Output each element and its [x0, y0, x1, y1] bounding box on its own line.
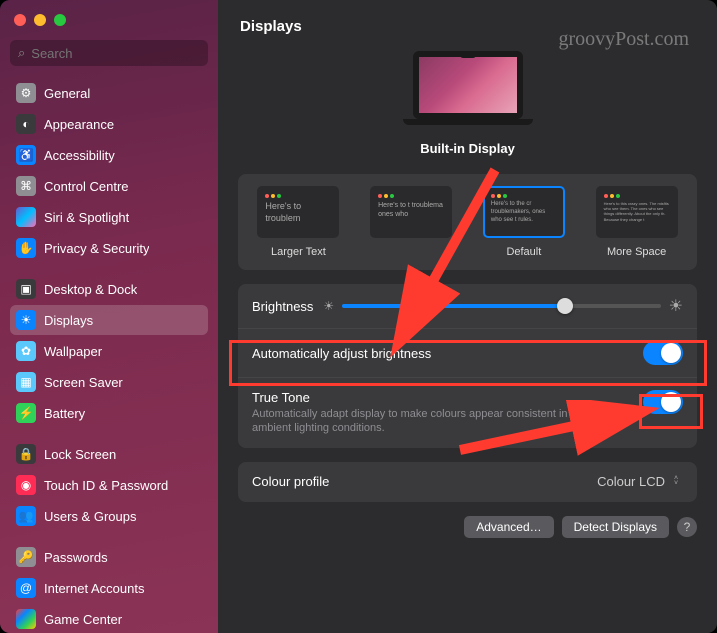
screensaver-icon: ▦: [16, 372, 36, 392]
window-controls: [10, 12, 208, 40]
sun-small-icon: ☀: [323, 299, 334, 313]
accessibility-icon: ♿: [16, 145, 36, 165]
brightness-row: Brightness ☀ ☀: [238, 284, 697, 328]
truetone-row: True Tone Automatically adapt display to…: [238, 377, 697, 448]
sidebar-item-label: Displays: [44, 313, 93, 328]
sidebar-item-label: Battery: [44, 406, 85, 421]
brightness-slider[interactable]: [342, 304, 660, 308]
control-centre-icon: ⌘: [16, 176, 36, 196]
device-preview: Built-in Display: [238, 51, 697, 156]
sidebar-item-displays[interactable]: ☀ Displays: [10, 305, 208, 335]
sidebar-item-control-centre[interactable]: ⌘ Control Centre: [10, 171, 208, 201]
sidebar-item-lock-screen[interactable]: 🔒 Lock Screen: [10, 439, 208, 469]
help-button[interactable]: ?: [677, 517, 697, 537]
displays-icon: ☀: [16, 310, 36, 330]
sidebar-item-users[interactable]: 👥 Users & Groups: [10, 501, 208, 531]
sidebar: ⌕ ⚙ General ◐ Appearance ♿ Accessibility ⌘ C…: [0, 0, 218, 633]
colour-profile-row[interactable]: Colour profile Colour LCD˄˅: [238, 462, 697, 502]
appearance-icon: ◐: [16, 114, 36, 134]
lock-icon: 🔒: [16, 444, 36, 464]
sidebar-item-label: Users & Groups: [44, 509, 136, 524]
device-name: Built-in Display: [238, 141, 697, 156]
sidebar-item-touchid[interactable]: ◉ Touch ID & Password: [10, 470, 208, 500]
key-icon: 🔑: [16, 547, 36, 567]
sidebar-item-label: Touch ID & Password: [44, 478, 168, 493]
sun-large-icon: ☀: [669, 296, 683, 316]
hand-icon: ✋: [16, 238, 36, 258]
brightness-slider-wrap: ☀ ☀: [323, 296, 683, 316]
scale-label: More Space: [584, 246, 689, 258]
scale-option-morespace[interactable]: Here's to this crazy ones. The misfits w…: [584, 186, 689, 258]
scale-option-default[interactable]: Here's to the cr troublemakers, ones who…: [472, 186, 577, 258]
sidebar-item-label: Wallpaper: [44, 344, 102, 359]
detect-displays-button[interactable]: Detect Displays: [562, 516, 669, 538]
sidebar-item-label: Desktop & Dock: [44, 282, 137, 297]
advanced-button[interactable]: Advanced…: [464, 516, 553, 538]
sidebar-item-label: General: [44, 86, 90, 101]
sidebar-item-battery[interactable]: ⚡ Battery: [10, 398, 208, 428]
sidebar-item-label: Siri & Spotlight: [44, 210, 129, 225]
sidebar-item-label: Lock Screen: [44, 447, 116, 462]
close-button[interactable]: [14, 14, 26, 26]
system-settings-window: ⌕ ⚙ General ◐ Appearance ♿ Accessibility ⌘ C…: [0, 0, 717, 633]
sidebar-item-internet[interactable]: @ Internet Accounts: [10, 573, 208, 603]
wallpaper-icon: ✿: [16, 341, 36, 361]
at-icon: @: [16, 578, 36, 598]
page-title: Displays: [240, 18, 695, 35]
main-content: Displays Built-in Display Here's to trou…: [218, 0, 717, 633]
chevron-updown-icon: ˄˅: [669, 474, 683, 490]
sidebar-item-wallpaper[interactable]: ✿ Wallpaper: [10, 336, 208, 366]
sidebar-item-privacy[interactable]: ✋ Privacy & Security: [10, 233, 208, 263]
sidebar-item-label: Appearance: [44, 117, 114, 132]
fingerprint-icon: ◉: [16, 475, 36, 495]
sidebar-item-label: Screen Saver: [44, 375, 123, 390]
sidebar-item-general[interactable]: ⚙ General: [10, 78, 208, 108]
sidebar-item-passwords[interactable]: 🔑 Passwords: [10, 542, 208, 572]
auto-brightness-row: Automatically adjust brightness: [238, 328, 697, 377]
sidebar-item-desktop-dock[interactable]: ▣ Desktop & Dock: [10, 274, 208, 304]
colour-profile-panel: Colour profile Colour LCD˄˅: [238, 462, 697, 502]
truetone-description: Automatically adapt display to make colo…: [252, 407, 633, 436]
sidebar-item-siri[interactable]: Siri & Spotlight: [10, 202, 208, 232]
truetone-label: True Tone: [252, 390, 633, 405]
colour-profile-value[interactable]: Colour LCD˄˅: [597, 474, 683, 490]
dock-icon: ▣: [16, 279, 36, 299]
scale-label: Larger Text: [246, 246, 351, 258]
sidebar-item-label: Privacy & Security: [44, 241, 149, 256]
sidebar-item-appearance[interactable]: ◐ Appearance: [10, 109, 208, 139]
brightness-panel: Brightness ☀ ☀ Automatically adjust brig…: [238, 284, 697, 448]
maximize-button[interactable]: [54, 14, 66, 26]
resolution-panel: Here's to troublem Larger Text Here's to…: [238, 174, 697, 270]
truetone-toggle[interactable]: [643, 390, 683, 414]
header: Displays: [218, 0, 717, 45]
scale-option-mid[interactable]: Here's to t troublema ones who: [359, 186, 464, 258]
sidebar-item-screensaver[interactable]: ▦ Screen Saver: [10, 367, 208, 397]
search-field[interactable]: ⌕: [10, 40, 208, 66]
search-icon: ⌕: [18, 45, 25, 61]
gear-icon: ⚙: [16, 83, 36, 103]
sidebar-item-label: Game Center: [44, 612, 122, 627]
search-input[interactable]: [31, 46, 207, 61]
sidebar-item-label: Control Centre: [44, 179, 129, 194]
sidebar-item-label: Internet Accounts: [44, 581, 144, 596]
scale-label: Default: [472, 246, 577, 258]
colour-profile-label: Colour profile: [252, 474, 329, 489]
sidebar-item-gamecenter[interactable]: Game Center: [10, 604, 208, 633]
sidebar-item-accessibility[interactable]: ♿ Accessibility: [10, 140, 208, 170]
slider-thumb[interactable]: [557, 298, 573, 314]
minimize-button[interactable]: [34, 14, 46, 26]
sidebar-item-label: Passwords: [44, 550, 108, 565]
gamecenter-icon: [16, 609, 36, 629]
auto-brightness-label: Automatically adjust brightness: [252, 346, 431, 361]
auto-brightness-toggle[interactable]: [643, 341, 683, 365]
footer-buttons: Advanced… Detect Displays ?: [238, 516, 697, 538]
siri-icon: [16, 207, 36, 227]
scale-option-larger[interactable]: Here's to troublem Larger Text: [246, 186, 351, 258]
brightness-label: Brightness: [252, 299, 313, 314]
users-icon: 👥: [16, 506, 36, 526]
macbook-icon: [403, 51, 533, 131]
battery-icon: ⚡: [16, 403, 36, 423]
sidebar-item-label: Accessibility: [44, 148, 115, 163]
